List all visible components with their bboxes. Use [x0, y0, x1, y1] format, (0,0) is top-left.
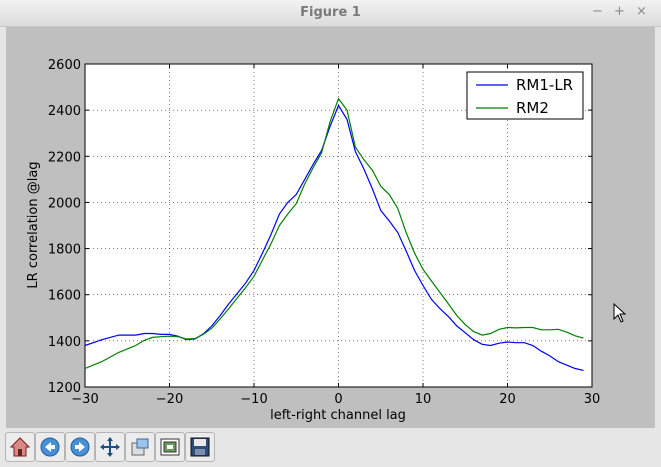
subplots-button[interactable] — [155, 432, 185, 462]
navigation-toolbar — [0, 430, 661, 467]
x-tick-label: −20 — [156, 392, 183, 407]
y-tick-label: 2400 — [48, 104, 81, 119]
back-button[interactable] — [35, 432, 65, 462]
home-button[interactable] — [5, 432, 35, 462]
mouse-pointer-icon — [613, 303, 627, 323]
close-button[interactable]: × — [636, 4, 647, 19]
x-tick-label: 30 — [584, 392, 601, 407]
save-button[interactable] — [185, 432, 215, 462]
pan-button[interactable] — [95, 432, 125, 462]
window-title: Figure 1 — [300, 5, 361, 20]
legend-label-rm2: RM2 — [516, 99, 549, 117]
x-tick-label: 10 — [415, 392, 432, 407]
y-tick-label: 2000 — [48, 196, 81, 211]
back-icon — [40, 437, 60, 457]
home-icon — [9, 437, 31, 457]
zoom-button[interactable] — [125, 432, 155, 462]
figure-canvas[interactable]: −30 −20 −10 0 10 20 30 1200 1400 1600 1800 2000 2200… — [6, 27, 655, 428]
pan-icon — [100, 437, 120, 457]
x-axis-label: left-right channel lag — [270, 408, 406, 423]
line-chart: −30 −20 −10 0 10 20 30120014001600180020002200… — [26, 58, 601, 423]
x-tick-label: 20 — [499, 392, 516, 407]
zoom-icon — [131, 438, 149, 456]
y-tick-label: 1800 — [48, 243, 81, 258]
minimize-button[interactable]: − — [592, 4, 603, 19]
maximize-button[interactable]: + — [614, 4, 625, 19]
legend: RM1-LR RM2 — [466, 71, 584, 120]
x-tick-label: −10 — [240, 392, 267, 407]
title-bar[interactable]: Figure 1 − + × — [0, 0, 661, 27]
y-tick-label: 2200 — [48, 150, 81, 165]
subplots-icon — [160, 438, 180, 456]
y-tick-label: 2600 — [48, 58, 81, 73]
x-tick-label: 0 — [334, 392, 342, 407]
y-tick-label: 1400 — [48, 335, 81, 350]
y-axis-label: LR correlation @lag — [26, 161, 41, 288]
y-tick-label: 1200 — [48, 381, 81, 396]
forward-button[interactable] — [65, 432, 95, 462]
forward-icon — [70, 437, 90, 457]
y-tick-label: 1600 — [48, 289, 81, 304]
legend-label-rm1: RM1-LR — [516, 76, 573, 94]
figure-window: Figure 1 − + × −30 −20 −10 0 10 20 30 1200 1400 1… — [0, 0, 661, 467]
save-icon — [190, 437, 210, 457]
